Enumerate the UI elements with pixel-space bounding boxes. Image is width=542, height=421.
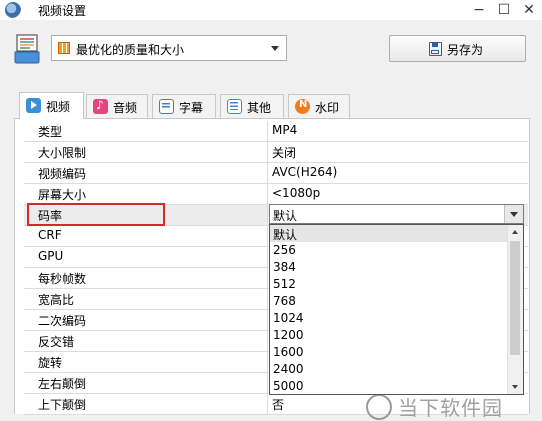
option-label: 512 [273,277,296,291]
property-name: 上下颠倒 [38,398,87,412]
property-name: 大小限制 [38,146,87,160]
tab-subtitle[interactable]: 字幕 [152,94,216,118]
bitrate-selected-value: 默认 [273,209,298,223]
save-as-label: 另存为 [447,43,484,57]
scroll-down-icon[interactable] [508,379,523,394]
option-label: 768 [273,294,296,308]
preset-icon [14,34,40,64]
option-label: 256 [273,243,296,257]
watermark-text: 当下软件园 [398,396,503,420]
option-label: 2400 [273,362,304,376]
settings-list-icon [227,99,242,114]
property-row[interactable]: 大小限制 关闭 [24,142,528,163]
property-name: 类型 [38,125,63,139]
property-value: <1080p [272,186,321,200]
property-name: 左右颠倒 [38,377,87,391]
dropdown-option[interactable]: 384 [270,259,508,276]
property-name: 旋转 [38,356,63,370]
property-name: 每秒帧数 [38,272,87,286]
video-icon [26,98,41,113]
tab-label: 视频 [46,100,71,114]
preset-select[interactable]: 最优化的质量和大小 [51,35,287,61]
tab-label: 其他 [247,101,272,115]
tab-audio[interactable]: 音频 [86,94,148,118]
property-name: 二次编码 [38,314,87,328]
dropdown-option[interactable]: 默认 [270,225,508,242]
property-value: MP4 [272,123,298,137]
dropdown-option[interactable]: 5000 [270,378,508,394]
close-icon[interactable]: ✕ [518,0,540,20]
app-icon [5,2,21,18]
site-watermark: 当下软件园 [360,392,542,420]
window-title: 视频设置 [38,4,87,18]
option-label: 384 [273,260,296,274]
tab-label: 音频 [113,101,138,115]
save-as-button[interactable]: 另存为 [389,35,526,62]
watermark-logo-icon [366,394,392,420]
property-name: CRF [38,228,62,242]
dropdown-scrollbar[interactable] [507,225,523,394]
title-bar: 视频设置 − ☐ ✕ [0,0,542,20]
tab-other[interactable]: 其他 [220,94,284,118]
property-name: 反交错 [38,335,75,349]
film-icon [58,42,70,54]
dropdown-option[interactable]: 512 [270,276,508,293]
new-badge-icon [295,99,310,114]
highlight-annotation [27,203,165,226]
property-name: GPU [38,249,64,263]
property-row[interactable]: 屏幕大小 <1080p [24,184,528,205]
tab-label: 字幕 [179,101,204,115]
bitrate-dropdown-list: 默认 256 384 512 768 1024 1200 1600 2400 5… [269,224,524,395]
option-label: 默认 [273,228,298,242]
dropdown-option[interactable]: 256 [270,242,508,259]
preset-selected-label: 最优化的质量和大小 [76,43,185,57]
chevron-down-icon [271,46,279,51]
property-name: 屏幕大小 [38,188,87,202]
property-value: 否 [272,398,285,412]
dropdown-option[interactable]: 1200 [270,327,508,344]
property-value: AVC(H264) [272,165,338,179]
dropdown-option[interactable]: 1600 [270,344,508,361]
bitrate-select[interactable]: 默认 [269,204,524,224]
option-label: 5000 [273,379,304,393]
option-label: 1600 [273,345,304,359]
dropdown-option[interactable]: 1024 [270,310,508,327]
subtitle-icon [159,99,174,114]
scrollbar-thumb[interactable] [510,241,520,355]
property-name: 视频编码 [38,167,87,181]
property-row[interactable]: 视频编码 AVC(H264) [24,163,528,184]
chevron-down-icon[interactable] [504,205,523,223]
option-label: 1024 [273,311,304,325]
dropdown-option[interactable]: 2400 [270,361,508,378]
scroll-up-icon[interactable] [508,225,523,240]
tab-watermark[interactable]: 水印 [288,94,350,118]
tab-label: 水印 [315,101,340,115]
option-label: 1200 [273,328,304,342]
maximize-icon[interactable]: ☐ [493,0,515,20]
dropdown-option[interactable]: 768 [270,293,508,310]
property-value: 关闭 [272,146,297,160]
property-row[interactable]: 类型 MP4 [24,121,528,142]
music-icon [93,98,108,114]
property-name: 宽高比 [38,293,75,307]
tab-video[interactable]: 视频 [19,92,84,119]
floppy-disk-icon [429,42,442,56]
minimize-icon[interactable]: − [468,0,490,20]
